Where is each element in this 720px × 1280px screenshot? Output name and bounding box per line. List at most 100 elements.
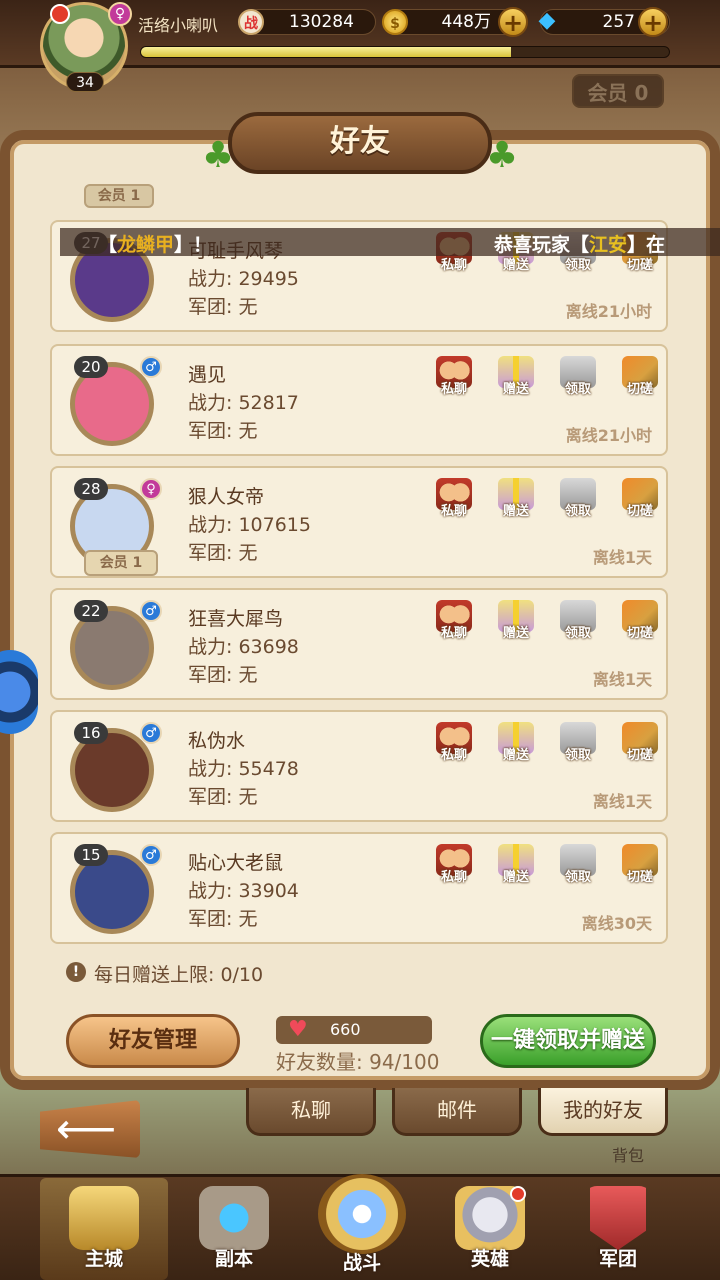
add-gold-button[interactable]: + xyxy=(498,7,528,37)
friend-card: 20 ♂ 遇见 战力: 52817 军团: 无 私聊 赠送 领取 切磋 离线21小时 xyxy=(50,344,668,456)
offline-status: 离线21小时 xyxy=(565,302,652,321)
duel-button[interactable]: 切磋 xyxy=(618,600,662,650)
player-level: 34 xyxy=(66,72,104,92)
gold-coin-icon: $ xyxy=(382,9,408,35)
friend-count: 好友数量: 94/100 xyxy=(276,1050,440,1074)
private-chat-button[interactable]: 私聊 xyxy=(432,478,476,528)
friend-power: 战力: 33904 xyxy=(188,880,299,902)
offline-status: 离线1天 xyxy=(592,792,652,811)
exp-fill xyxy=(141,47,511,57)
tab-mail[interactable]: 邮件 xyxy=(392,1088,522,1136)
nav-label: 英雄 xyxy=(470,1248,509,1270)
action-label: 切磋 xyxy=(626,748,653,763)
side-menu-button[interactable] xyxy=(0,650,38,734)
gift-button[interactable]: 赠送 xyxy=(494,600,538,650)
duel-button[interactable]: 切磋 xyxy=(618,722,662,772)
action-label: 切磋 xyxy=(626,504,653,519)
friend-level: 22 xyxy=(74,600,108,622)
friend-level: 28 xyxy=(74,478,108,500)
action-label: 领取 xyxy=(564,504,591,519)
gift-button[interactable]: 赠送 xyxy=(494,356,538,406)
claim-button[interactable]: 领取 xyxy=(556,722,600,772)
tab-my-friends[interactable]: 我的好友 xyxy=(538,1088,668,1136)
private-chat-button[interactable]: 私聊 xyxy=(432,600,476,650)
castle-icon xyxy=(69,1186,139,1250)
male-icon: ♂ xyxy=(140,356,162,378)
friend-list[interactable]: 会员 1 27可耻手风琴战力: 29495军团: 无私聊赠送领取切磋离线21小时… xyxy=(50,184,670,944)
male-icon: ♂ xyxy=(140,722,162,744)
claim-and-send-all-button[interactable]: 一键领取并赠送 xyxy=(480,1014,656,1068)
friend-level: 16 xyxy=(74,722,108,744)
manage-friends-button[interactable]: 好友管理 xyxy=(66,1014,240,1068)
friend-name: 狂喜大犀鸟 xyxy=(188,608,284,630)
offline-status: 离线30天 xyxy=(581,914,652,933)
action-label: 赠送 xyxy=(502,870,529,885)
action-label: 领取 xyxy=(564,626,591,641)
action-label: 切磋 xyxy=(626,258,653,273)
action-label: 赠送 xyxy=(502,382,529,397)
nav-legion[interactable]: 军团 xyxy=(554,1178,682,1280)
duel-button[interactable]: 切磋 xyxy=(618,478,662,528)
action-label: 私聊 xyxy=(440,626,467,641)
claim-button[interactable]: 领取 xyxy=(556,356,600,406)
claim-button[interactable]: 领取 xyxy=(556,478,600,528)
action-label: 领取 xyxy=(564,870,591,885)
nav-label: 主城 xyxy=(84,1248,123,1270)
nav-label: 副本 xyxy=(214,1248,253,1270)
add-gem-button[interactable]: + xyxy=(638,7,668,37)
vip-badge[interactable]: 会员 0 xyxy=(572,74,664,108)
diamond-icon: ◆ xyxy=(538,8,556,33)
marquee-item-name: 龙鳞甲 xyxy=(117,234,175,256)
friend-legion: 军团: 无 xyxy=(188,664,258,686)
duel-button[interactable]: 切磋 xyxy=(618,844,662,894)
friend-card: 28 ♀ 会员 1 狠人女帝 战力: 107615 军团: 无 私聊 赠送 领取 切磋 离线1天 xyxy=(50,466,668,578)
clover-icon: ♣ xyxy=(485,135,519,176)
player-name: 活络小喇叭 xyxy=(138,16,219,35)
duel-button[interactable]: 切磋 xyxy=(618,356,662,406)
action-label: 私聊 xyxy=(440,504,467,519)
info-icon: ! xyxy=(66,962,86,982)
action-label: 领取 xyxy=(564,382,591,397)
gift-button[interactable]: 赠送 xyxy=(494,478,538,528)
friend-level: 15 xyxy=(74,844,108,866)
marquee-text-right: 恭喜玩家【江安】在 xyxy=(494,230,665,256)
nav-main-city[interactable]: 主城 xyxy=(40,1178,168,1280)
action-label: 私聊 xyxy=(440,748,467,763)
gift-button[interactable]: 赠送 xyxy=(494,722,538,772)
friend-legion: 军团: 无 xyxy=(188,296,258,318)
nav-battle[interactable]: 战斗 xyxy=(298,1166,426,1274)
nav-dungeon[interactable]: 副本 xyxy=(170,1178,298,1280)
friend-card: 22 ♂ 狂喜大犀鸟 战力: 63698 军团: 无 私聊 赠送 领取 切磋 离线1天 xyxy=(50,588,668,700)
friend-card: 15 ♂ 贴心大老鼠 战力: 33904 军团: 无 私聊 赠送 领取 切磋 离线30天 xyxy=(50,832,668,944)
friend-name: 贴心大老鼠 xyxy=(188,852,284,874)
friend-power: 战力: 52817 xyxy=(188,392,299,414)
marquee-prefix: 恭喜玩家【 xyxy=(494,234,590,256)
heart-icon: ♥ xyxy=(288,1017,308,1042)
bag-label: 背包 xyxy=(612,1146,645,1165)
claim-button[interactable]: 领取 xyxy=(556,600,600,650)
private-chat-button[interactable]: 私聊 xyxy=(432,844,476,894)
exp-bar xyxy=(140,46,670,58)
male-icon: ♂ xyxy=(140,600,162,622)
action-label: 领取 xyxy=(564,748,591,763)
tab-private-chat[interactable]: 私聊 xyxy=(246,1088,376,1136)
action-label: 切磋 xyxy=(626,870,653,885)
power-icon: 战 xyxy=(238,9,264,35)
friend-legion: 军团: 无 xyxy=(188,786,258,808)
claim-button[interactable]: 领取 xyxy=(556,844,600,894)
marquee-bracket: 】！ xyxy=(174,234,213,256)
female-icon: ♀ xyxy=(108,2,132,26)
private-chat-button[interactable]: 私聊 xyxy=(432,356,476,406)
panel-title: 好友 xyxy=(330,124,390,159)
marquee-suffix: 】在 xyxy=(627,234,666,256)
offline-status: 离线1天 xyxy=(592,548,652,567)
friend-power: 战力: 55478 xyxy=(188,758,299,780)
action-label: 赠送 xyxy=(502,626,529,641)
private-chat-button[interactable]: 私聊 xyxy=(432,722,476,772)
gift-button[interactable]: 赠送 xyxy=(494,844,538,894)
female-icon: ♀ xyxy=(140,478,162,500)
action-label: 私聊 xyxy=(440,870,467,885)
notification-dot-icon xyxy=(50,4,70,24)
vip-badge: 会员 1 xyxy=(84,550,158,576)
nav-hero[interactable]: 英雄 xyxy=(426,1178,554,1280)
